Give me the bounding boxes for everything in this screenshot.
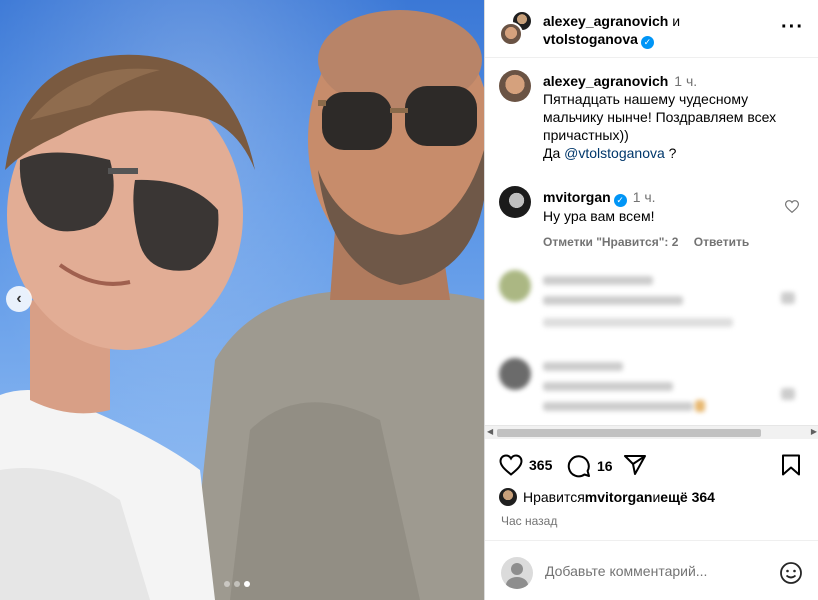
heart-icon — [784, 200, 800, 214]
avatar — [499, 488, 517, 506]
placeholder-bar — [781, 388, 795, 400]
chevron-left-icon: ‹ — [16, 290, 22, 307]
avatar[interactable] — [499, 186, 531, 218]
comment-icon — [567, 455, 590, 478]
comment-like-button[interactable] — [784, 200, 800, 216]
post-photo: ‹ — [0, 0, 484, 600]
emoji-button[interactable] — [779, 561, 803, 590]
carousel-dot — [224, 581, 230, 587]
verified-badge-icon: ✓ — [613, 194, 627, 207]
scroll-left-icon[interactable]: ◀ — [487, 427, 493, 436]
scrollbar-thumb[interactable] — [497, 429, 761, 437]
comment-username[interactable]: mvitorgan — [543, 189, 611, 205]
carousel-prev-button[interactable]: ‹ — [6, 286, 32, 312]
author-conjunction: и — [672, 13, 681, 29]
user-avatar-icon — [501, 557, 533, 589]
placeholder-bar — [543, 362, 623, 371]
placeholder-bar — [543, 318, 733, 327]
avatar[interactable] — [499, 70, 531, 102]
avatar — [499, 358, 531, 390]
carousel-dots — [224, 581, 250, 587]
add-comment-bar — [485, 540, 818, 600]
likes-middle: и — [652, 489, 661, 505]
more-options-button[interactable]: ··· — [781, 16, 804, 39]
author-username[interactable]: vtolstoganova — [543, 31, 638, 47]
comment-username[interactable]: alexey_agranovich — [543, 73, 668, 89]
bookmark-icon — [782, 454, 800, 476]
comment-text: Ну ура вам всем! — [543, 208, 655, 224]
scroll-right-icon[interactable]: ▶ — [811, 427, 817, 436]
blurred-comment — [499, 270, 799, 340]
likes-summary[interactable]: Нравится mvitorgan и ещё 364 — [499, 488, 715, 506]
comment-text-suffix: ? — [664, 145, 677, 161]
placeholder-bar — [543, 382, 673, 391]
like-count: 365 — [529, 457, 553, 473]
carousel-dot — [234, 581, 240, 587]
comments-list: alexey_agranovich 1 ч. Пятнадцать нашему … — [485, 58, 818, 424]
comment-input[interactable] — [545, 563, 765, 579]
more-horizontal-icon: ··· — [781, 16, 804, 38]
comment-text-prefix: Да — [543, 145, 565, 161]
send-icon — [624, 455, 646, 475]
smiley-icon — [780, 562, 802, 584]
save-button[interactable] — [781, 454, 807, 476]
comment-likes-count[interactable]: Отметки "Нравится": 2 — [543, 235, 678, 249]
like-button[interactable]: 365 — [499, 454, 552, 476]
avatar[interactable] — [499, 22, 523, 46]
comment-body: mvitorgan ✓ 1 ч. Ну ура вам всем! Отметки … — [543, 188, 783, 251]
placeholder-bar — [543, 296, 683, 305]
likes-user[interactable]: mvitorgan — [585, 489, 653, 505]
heart-icon — [499, 454, 523, 476]
mention-link[interactable]: @vtolstoganova — [564, 145, 665, 161]
placeholder-bar — [543, 276, 653, 285]
share-button[interactable] — [623, 454, 653, 476]
placeholder-bar — [543, 402, 693, 411]
horizontal-scrollbar[interactable]: ◀ ▶ — [485, 425, 818, 439]
carousel-dot-active — [244, 581, 250, 587]
comment-time[interactable]: 1 ч. — [674, 73, 697, 89]
post-time-ago[interactable]: Час назад — [501, 514, 557, 528]
comment-button[interactable]: 16 — [567, 454, 613, 478]
placeholder-bar — [781, 292, 795, 304]
blurred-comment — [499, 358, 799, 422]
likes-rest[interactable]: ещё 364 — [660, 489, 715, 505]
post-header: alexey_agranovich и vtolstoganova ✓ ··· — [485, 0, 818, 58]
comment-text-line2: Да @vtolstoganova ? — [543, 144, 783, 162]
reply-button[interactable]: Ответить — [694, 235, 749, 249]
post-authors: alexey_agranovich и vtolstoganova ✓ — [543, 12, 680, 49]
verified-badge-icon: ✓ — [640, 36, 654, 49]
likes-prefix: Нравится — [523, 489, 585, 505]
photo-illustration — [0, 10, 484, 600]
placeholder-bar — [695, 400, 705, 412]
comment-count: 16 — [597, 458, 613, 474]
author-username[interactable]: alexey_agranovich — [543, 13, 668, 29]
post-actions: 365 16 — [499, 450, 807, 482]
comment-body: alexey_agranovich 1 ч. Пятнадцать нашему … — [543, 72, 783, 162]
collab-avatars[interactable] — [499, 10, 533, 46]
comment-meta: Отметки "Нравится": 2 Ответить — [543, 233, 783, 251]
post-side-panel: alexey_agranovich и vtolstoganova ✓ ··· a… — [484, 0, 818, 600]
comment-time[interactable]: 1 ч. — [633, 189, 656, 205]
avatar — [499, 270, 531, 302]
comment-text: Пятнадцать нашему чудесному мальчику нын… — [543, 91, 777, 143]
